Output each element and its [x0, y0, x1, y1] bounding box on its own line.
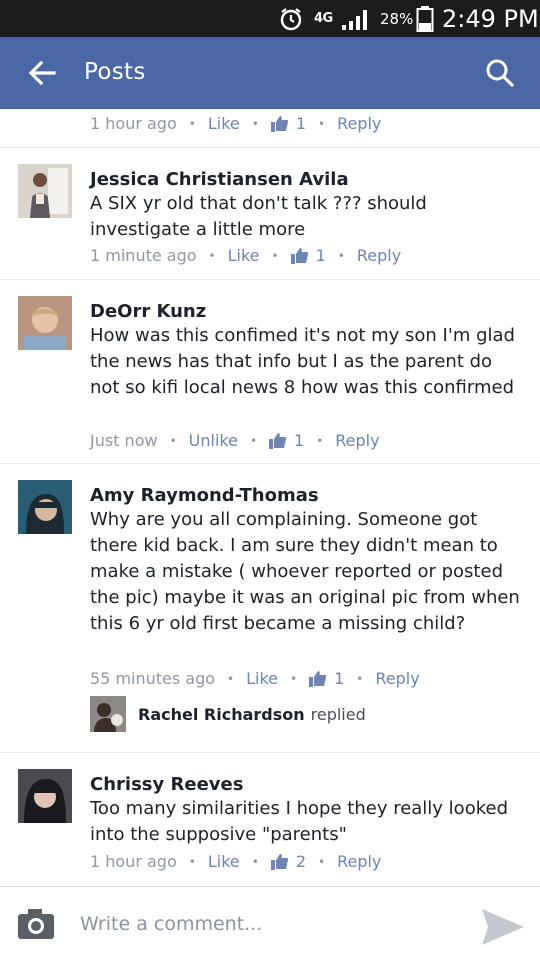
like-button[interactable]: Like [208, 852, 240, 871]
thumbs-up-icon [309, 670, 327, 687]
comment-text: Why are you all complaining. Someone got… [90, 509, 520, 634]
avatar [90, 696, 126, 732]
commenter-name[interactable]: Chrissy Reeves [90, 774, 243, 795]
arrow-left-icon [28, 60, 56, 86]
avatar[interactable] [18, 769, 72, 823]
comment-meta: 1 minute ago • Like • 1 • Reply [90, 246, 402, 265]
reply-preview[interactable]: Rachel Richardson replied [90, 696, 366, 732]
like-count[interactable]: 1 [269, 431, 304, 450]
divider [0, 147, 540, 148]
like-count[interactable]: 1 [270, 114, 306, 133]
search-icon [486, 59, 514, 87]
status-bar: 4G 28% 2:49 PM [0, 0, 540, 37]
back-button[interactable] [22, 55, 62, 91]
reply-button[interactable]: Reply [375, 669, 419, 688]
comment-meta-partial: 1 hour ago • Like • 1 • Reply [90, 114, 382, 133]
reply-button[interactable]: Reply [335, 431, 379, 450]
comment-time: 1 hour ago [90, 114, 177, 133]
comment-time: 55 minutes ago [90, 669, 216, 688]
reply-button[interactable]: Reply [337, 852, 381, 871]
like-count[interactable]: 1 [309, 669, 344, 688]
reply-author: Rachel Richardson [138, 704, 305, 724]
comment-text: How was this confimed it's not my son I'… [90, 325, 515, 398]
divider [0, 279, 540, 280]
comment-time: 1 minute ago [90, 246, 197, 265]
reply-button[interactable]: Reply [357, 246, 401, 265]
thumbs-up-icon [290, 247, 308, 264]
comment-time: Just now [90, 431, 158, 450]
send-button[interactable] [480, 907, 526, 947]
battery-icon [416, 0, 434, 37]
clock: 2:49 PM [442, 4, 539, 33]
commenter-name[interactable]: Amy Raymond-Thomas [90, 485, 319, 506]
alarm-icon [278, 0, 304, 37]
send-icon [482, 909, 524, 945]
thumbs-up-icon [270, 115, 288, 132]
reply-button[interactable]: Reply [337, 114, 381, 133]
battery-percent: 28% [380, 9, 414, 28]
commenter-name[interactable]: DeOrr Kunz [90, 301, 206, 322]
comment-text: Too many similarities I hope they really… [90, 798, 508, 845]
comment-meta: 55 minutes ago • Like • 1 • Reply [90, 669, 420, 688]
search-button[interactable] [480, 55, 520, 91]
comment-meta: 1 hour ago • Like • 2 • Reply [90, 852, 382, 871]
commenter-name[interactable]: Jessica Christiansen Avila [90, 169, 349, 190]
divider [0, 463, 540, 464]
avatar[interactable] [18, 296, 72, 350]
comment-time: 1 hour ago [90, 852, 177, 871]
divider [0, 752, 540, 753]
app-bar: Posts [0, 37, 540, 109]
like-count[interactable]: 1 [290, 246, 326, 265]
reply-verb: replied [310, 704, 366, 724]
signal-icon [340, 0, 372, 37]
network-type: 4G [314, 11, 333, 26]
like-count[interactable]: 2 [270, 852, 306, 871]
comment-text: A SIX yr old that don't talk ??? should … [90, 193, 427, 240]
like-button[interactable]: Like [228, 246, 260, 265]
page-title: Posts [84, 59, 146, 85]
comment-meta: Just now • Unlike • 1 • Reply [90, 431, 380, 450]
avatar[interactable] [18, 164, 72, 218]
thumbs-up-icon [269, 432, 287, 449]
camera-button[interactable] [16, 907, 56, 941]
camera-icon [18, 909, 54, 939]
like-button[interactable]: Like [246, 669, 278, 688]
comment-list[interactable]: 1 hour ago • Like • 1 • Reply Jessica Ch… [0, 109, 540, 886]
like-button[interactable]: Like [208, 114, 240, 133]
comment-composer [0, 886, 540, 960]
avatar[interactable] [18, 480, 72, 534]
unlike-button[interactable]: Unlike [189, 431, 238, 450]
comment-input[interactable] [80, 907, 460, 941]
thumbs-up-icon [270, 853, 288, 870]
